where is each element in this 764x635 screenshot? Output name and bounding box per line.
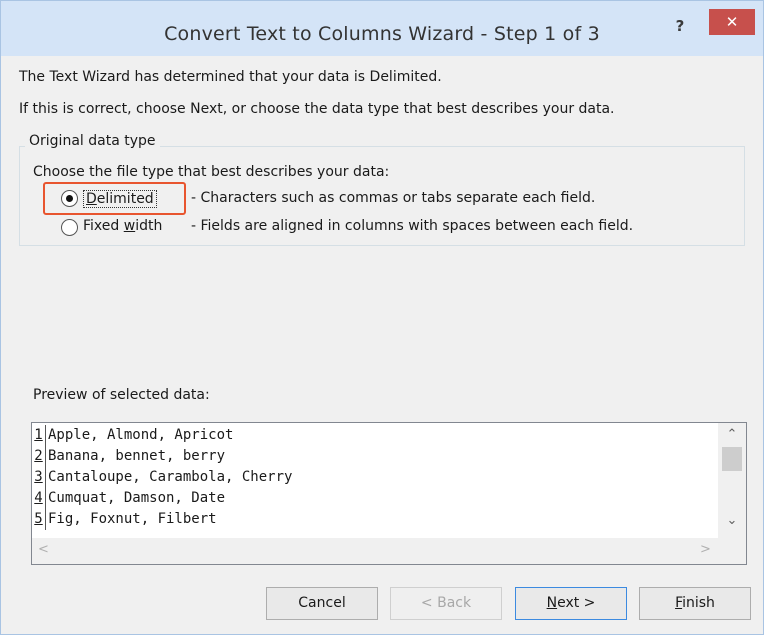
next-access-key: N xyxy=(546,595,558,611)
next-label-rest: ext > xyxy=(557,595,596,611)
fixed-width-label-prefix: Fixed xyxy=(83,218,124,234)
finish-button[interactable]: Finish xyxy=(639,587,751,620)
cancel-button[interactable]: Cancel xyxy=(266,587,378,620)
help-icon[interactable]: ? xyxy=(669,15,691,37)
scroll-left-icon[interactable]: < xyxy=(38,542,49,557)
vertical-scrollbar[interactable]: ⌃ ⌄ xyxy=(718,423,746,538)
scroll-up-icon[interactable]: ⌃ xyxy=(718,427,746,442)
preview-row: 4 Cumquat, Damson, Date xyxy=(32,488,718,509)
preview-row: 5 Fig, Foxnut, Filbert xyxy=(32,509,718,530)
fixed-width-label[interactable]: Fixed width xyxy=(83,218,162,234)
preview-row: 3 Cantaloupe, Carambola, Cherry xyxy=(32,467,718,488)
intro-text-2: If this is correct, choose Next, or choo… xyxy=(19,101,615,117)
highlight-box xyxy=(43,182,186,215)
preview-row: 2 Banana, bennet, berry xyxy=(32,446,718,467)
preview-row: 1 Apple, Almond, Apricot xyxy=(32,425,718,446)
row-number: 1 xyxy=(32,425,46,446)
fixed-width-description: - Fields are aligned in columns with spa… xyxy=(191,218,634,234)
window-title: Convert Text to Columns Wizard - Step 1 … xyxy=(164,23,600,45)
back-button[interactable]: < Back xyxy=(390,587,502,620)
row-text: Cumquat, Damson, Date xyxy=(48,490,226,506)
row-number: 2 xyxy=(32,446,46,467)
row-text: Cantaloupe, Carambola, Cherry xyxy=(48,469,293,485)
finish-label-rest: inish xyxy=(682,595,715,611)
wizard-window: Convert Text to Columns Wizard - Step 1 … xyxy=(0,0,764,635)
delimited-description: - Characters such as commas or tabs sepa… xyxy=(191,190,596,206)
preview-content: 1 Apple, Almond, Apricot 2 Banana, bennet,… xyxy=(32,423,718,538)
group-legend: Original data type xyxy=(25,133,160,149)
fixed-width-radio[interactable] xyxy=(61,219,78,236)
row-text: Apple, Almond, Apricot xyxy=(48,427,234,443)
title-bar[interactable]: Convert Text to Columns Wizard - Step 1 … xyxy=(1,1,763,56)
scroll-down-icon[interactable]: ⌄ xyxy=(718,513,746,528)
preview-label: Preview of selected data: xyxy=(33,387,210,403)
scroll-thumb[interactable] xyxy=(722,447,742,471)
file-type-prompt: Choose the file type that best describes… xyxy=(33,164,390,180)
close-button[interactable]: ✕ xyxy=(709,9,755,35)
intro-text-1: The Text Wizard has determined that your… xyxy=(19,69,442,85)
horizontal-scrollbar[interactable]: < > xyxy=(32,538,746,564)
row-text: Banana, bennet, berry xyxy=(48,448,226,464)
fixed-width-access-key: w xyxy=(123,218,136,234)
row-number: 3 xyxy=(32,467,46,488)
row-number: 5 xyxy=(32,509,46,530)
scroll-right-icon[interactable]: > xyxy=(700,542,711,557)
row-text: Fig, Foxnut, Filbert xyxy=(48,511,217,527)
row-number: 4 xyxy=(32,488,46,509)
preview-panel[interactable]: 1 Apple, Almond, Apricot 2 Banana, bennet,… xyxy=(31,422,747,565)
next-button[interactable]: Next > xyxy=(515,587,627,620)
fixed-width-label-rest: idth xyxy=(135,218,163,234)
